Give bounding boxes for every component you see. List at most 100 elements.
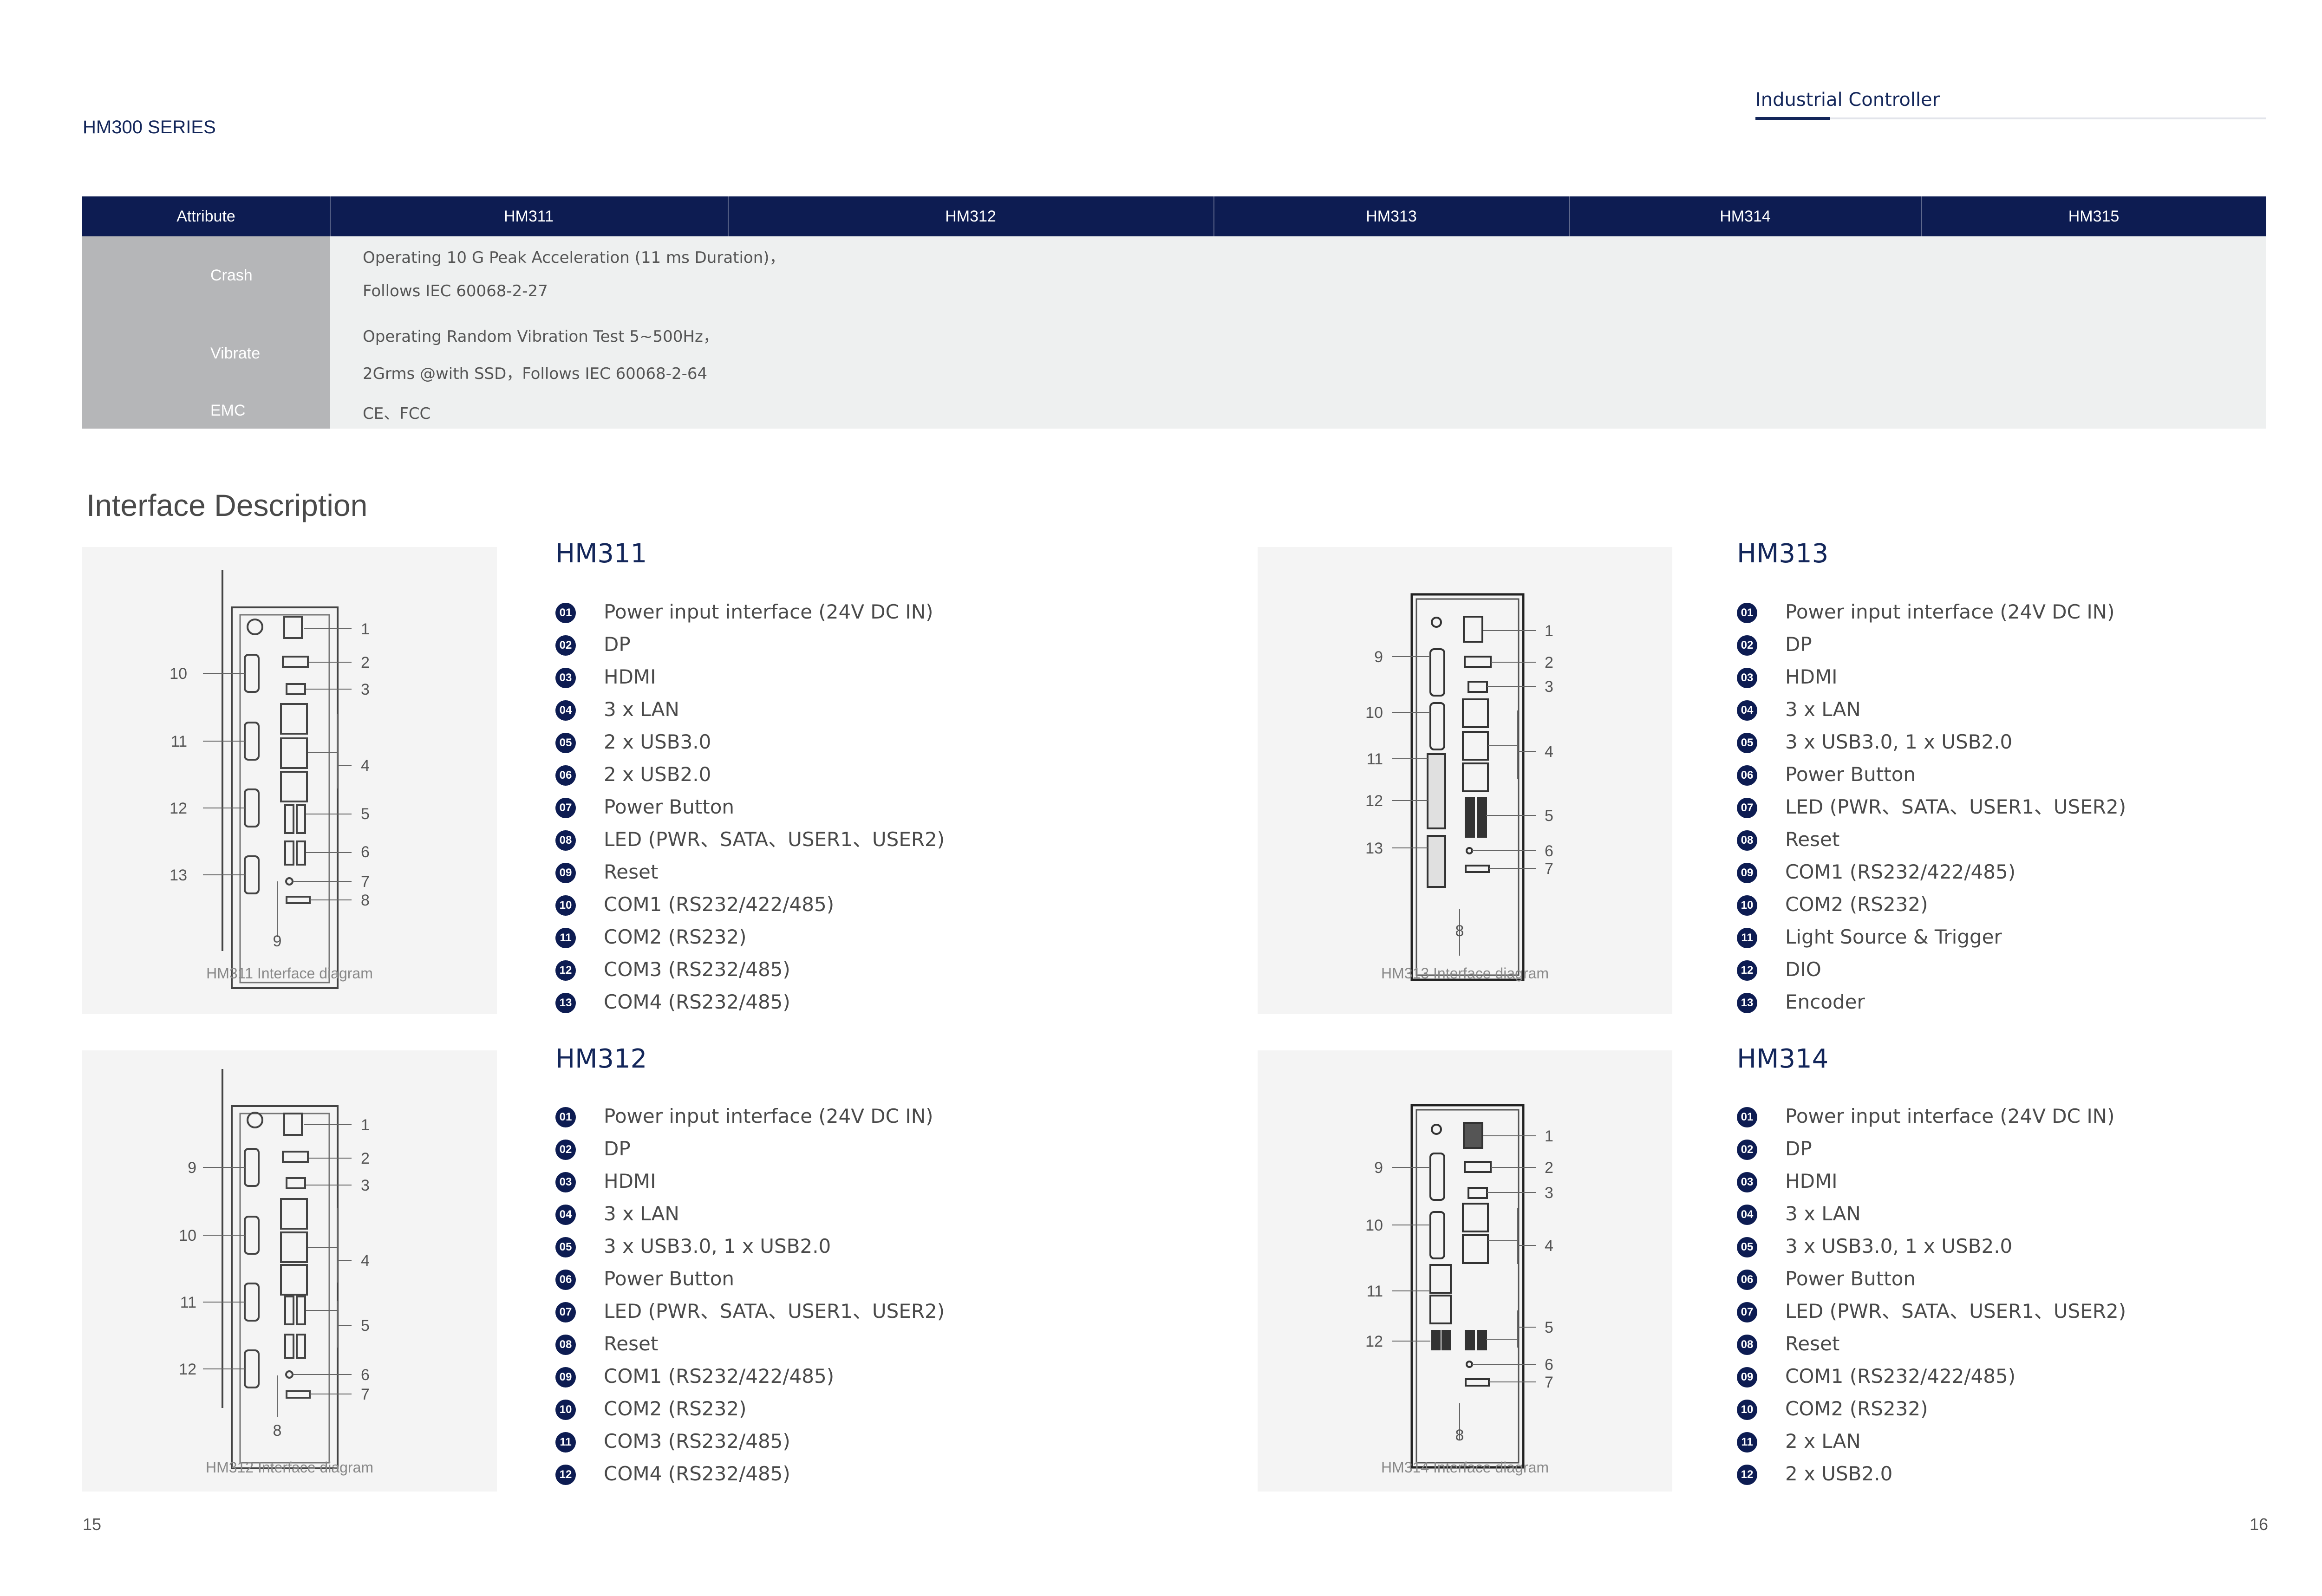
diagram-label: 12	[179, 1361, 196, 1378]
diagram-label: 5	[361, 1317, 370, 1335]
diagram-label: 6	[1545, 842, 1553, 860]
item-number-badge: 12	[1737, 1465, 1757, 1485]
feature-text: COM1 (RS232/422/485)	[604, 1365, 835, 1388]
feature-text: Power input interface (24V DC IN)	[604, 600, 933, 623]
feature-item: 02 DP	[555, 1138, 945, 1170]
item-number-badge: 08	[1737, 830, 1757, 851]
feature-text: 3 x LAN	[1785, 698, 1861, 721]
diagram-label: 10	[1365, 1217, 1383, 1234]
diagram-label: 2	[1545, 1159, 1553, 1177]
feature-text: 3 x USB3.0, 1 x USB2.0	[604, 1235, 831, 1257]
feature-text: Reset	[1785, 1332, 1840, 1355]
feature-text: Power Button	[604, 1267, 735, 1290]
feature-text: DP	[1785, 633, 1812, 656]
feature-text: COM2 (RS232)	[604, 925, 747, 948]
item-number-badge: 10	[555, 1400, 576, 1420]
feature-text: 2 x LAN	[1785, 1430, 1861, 1453]
category-underline	[1755, 117, 2266, 119]
feature-text: 3 x LAN	[1785, 1202, 1861, 1225]
feature-text: HDMI	[604, 1170, 656, 1192]
item-number-badge: 02	[1737, 635, 1757, 656]
feature-item: 05 3 x USB3.0, 1 x USB2.0	[1737, 731, 2126, 763]
item-number-badge: 07	[555, 798, 576, 818]
feature-text: Reset	[604, 1332, 659, 1355]
diagram-caption: HM313 Interface diagram	[1381, 965, 1549, 982]
spec-label: EMC	[196, 392, 330, 429]
feature-item: 11 COM3 (RS232/485)	[555, 1430, 945, 1463]
diagram-label: 8	[1455, 922, 1464, 940]
diagram-label: 11	[171, 733, 187, 750]
feature-text: HDMI	[1785, 1170, 1838, 1192]
feature-text: COM2 (RS232)	[1785, 893, 1928, 916]
col-hm315: HM315	[2068, 208, 2120, 225]
diagram-label: 4	[361, 1252, 370, 1270]
feature-item: 08 Reset	[1737, 828, 2126, 861]
diagram-label: 13	[1365, 840, 1383, 857]
diagram-label: 2	[361, 1150, 370, 1167]
spec-label: Vibrate	[196, 314, 330, 392]
spec-row-vibrate: Vibrate Operating Random Vibration Test …	[196, 314, 2266, 394]
feature-text: 2 x USB2.0	[1785, 1462, 1893, 1485]
feature-item: 08 Reset	[555, 1333, 945, 1365]
feature-item: 12 DIO	[1737, 958, 2126, 991]
feature-text: HDMI	[1785, 665, 1838, 688]
item-number-badge: 01	[555, 1107, 576, 1127]
item-number-badge: 06	[555, 1270, 576, 1290]
feature-text: HDMI	[604, 665, 656, 688]
model-title-hm312: HM312	[555, 1044, 647, 1074]
item-number-badge: 06	[1737, 765, 1757, 786]
feature-text: Power input interface (24V DC IN)	[604, 1105, 933, 1127]
feature-item: 05 2 x USB3.0	[555, 731, 945, 763]
diagram-label: 3	[361, 1177, 370, 1194]
item-number-badge: 11	[1737, 928, 1757, 948]
spec-line: Operating Random Vibration Test 5~500Hz，	[363, 327, 719, 346]
diagram-label: 5	[1545, 1319, 1553, 1336]
diagram-label: 10	[170, 665, 187, 683]
feature-item: 05 3 x USB3.0, 1 x USB2.0	[1737, 1235, 2126, 1268]
feature-text: COM4 (RS232/485)	[604, 990, 790, 1013]
diagram-label: 10	[179, 1227, 196, 1244]
feature-item: 09 Reset	[555, 861, 945, 893]
item-number-badge: 05	[555, 1237, 576, 1257]
diagram-label: 2	[361, 654, 370, 671]
diagram-label: 1	[1545, 622, 1553, 640]
item-number-badge: 09	[555, 863, 576, 883]
diagram-label: 11	[180, 1294, 196, 1311]
feature-text: DP	[604, 633, 631, 656]
diagram-label: 12	[1365, 792, 1383, 810]
feature-text: Power Button	[1785, 1267, 1916, 1290]
diagram-label: 12	[1365, 1333, 1383, 1350]
diagram-label: 7	[1545, 1374, 1553, 1391]
feature-text: DP	[604, 1137, 631, 1160]
item-number-badge: 01	[555, 603, 576, 623]
item-number-badge: 05	[1737, 733, 1757, 753]
item-number-badge: 07	[555, 1302, 576, 1322]
diagram-panel-hm314: 1 2 3 4 5 6 7 9 10 11 12 8 HM314 Interfa…	[1258, 1050, 1672, 1492]
diagram-label: 10	[1365, 704, 1383, 722]
feature-item: 01 Power input interface (24V DC IN)	[555, 1105, 945, 1138]
spec-label: Crash	[196, 236, 330, 314]
series-title: HM300 SERIES	[83, 117, 216, 137]
diagram-label: 7	[1545, 860, 1553, 878]
item-number-badge: 02	[555, 635, 576, 656]
feature-text: DIO	[1785, 958, 1821, 981]
feature-item: 07 LED (PWR、SATA、USER1、USER2)	[1737, 1300, 2126, 1333]
diagram-label: 9	[273, 932, 282, 950]
feature-list-hm314: 01 Power input interface (24V DC IN) 02 DP 0…	[1737, 1105, 2126, 1495]
diagram-label: 5	[361, 805, 370, 823]
diagram-caption: HM312 Interface diagram	[205, 1459, 374, 1476]
feature-item: 06 Power Button	[1737, 763, 2126, 796]
feature-item: 03 HDMI	[555, 666, 945, 698]
diagram-caption: HM314 Interface diagram	[1381, 1459, 1549, 1476]
item-number-badge: 10	[1737, 895, 1757, 916]
item-number-badge: 04	[555, 1205, 576, 1225]
item-number-badge: 03	[1737, 1172, 1757, 1192]
feature-item: 07 LED (PWR、SATA、USER1、USER2)	[1737, 796, 2126, 828]
feature-item: 02 DP	[1737, 633, 2126, 666]
feature-text: COM2 (RS232)	[1785, 1397, 1928, 1420]
page-number-left: 15	[83, 1515, 102, 1534]
spec-value: Operating Random Vibration Test 5~500Hz，…	[330, 314, 719, 402]
diagram-label: 12	[170, 800, 187, 817]
diagram-label: 4	[361, 757, 370, 775]
feature-item: 06 Power Button	[555, 1268, 945, 1300]
